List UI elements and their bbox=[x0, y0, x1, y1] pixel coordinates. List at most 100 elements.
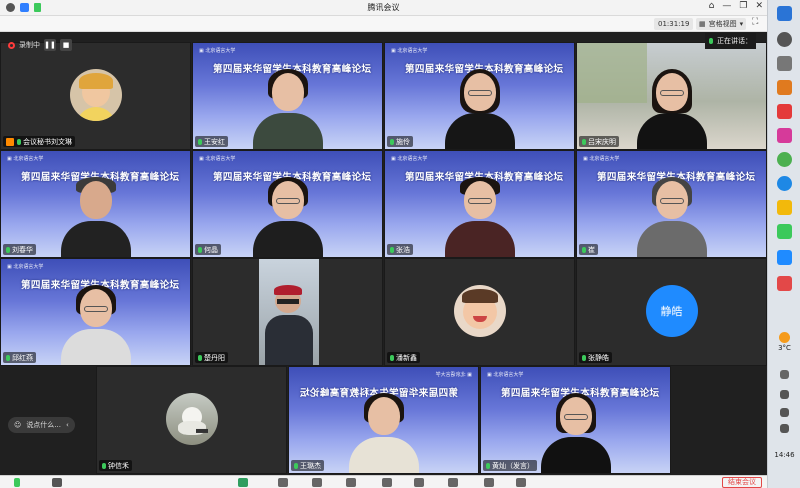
apps-button[interactable] bbox=[484, 478, 494, 487]
recording-label: 录制中 bbox=[19, 41, 40, 49]
participant-video bbox=[540, 393, 611, 473]
participant-video bbox=[444, 177, 515, 257]
participant-label: 吕宋庆明 bbox=[579, 136, 619, 147]
fullscreen-icon[interactable]: ⛶ bbox=[752, 17, 758, 27]
wps-icon[interactable] bbox=[777, 276, 792, 291]
search-icon[interactable] bbox=[777, 32, 792, 47]
tencent-meeting-icon[interactable] bbox=[777, 250, 792, 265]
participant-label: 张浩 bbox=[387, 244, 413, 255]
participant-name: 潘新鑫 bbox=[396, 353, 417, 362]
app-icon[interactable] bbox=[777, 104, 792, 119]
video-tile[interactable]: ▣ 北京语言大学第四届来华留学生本科教育高峰论坛 王安红 bbox=[192, 42, 383, 150]
temperature: 3°C bbox=[778, 344, 791, 352]
mic-icon bbox=[198, 246, 202, 253]
browser-icon[interactable] bbox=[777, 176, 792, 191]
mic-icon bbox=[582, 138, 586, 145]
participant-avatar bbox=[165, 392, 218, 445]
video-tile[interactable]: ▣ 北京语言大学第四届来华留学生本科教育高峰论坛 崔 bbox=[576, 150, 767, 258]
wechat-icon[interactable] bbox=[777, 224, 792, 239]
participant-video bbox=[636, 69, 707, 149]
participant-name: 钟信禾 bbox=[108, 461, 129, 470]
chat-button[interactable] bbox=[382, 478, 392, 487]
weather-icon bbox=[779, 332, 790, 343]
mic-icon bbox=[6, 246, 10, 253]
participant-label: 张静皓 bbox=[579, 352, 612, 363]
view-switch-button[interactable]: ▦ 宫格视图 ▾ bbox=[696, 18, 747, 30]
file-explorer-icon[interactable] bbox=[777, 80, 792, 95]
chat-bar[interactable]: ☺ 说点什么... ‹ bbox=[8, 417, 75, 433]
end-meeting-button[interactable]: 结束会议 bbox=[722, 477, 762, 488]
mic-button[interactable] bbox=[14, 478, 20, 487]
minimize-icon[interactable]: — bbox=[722, 1, 731, 11]
mic-icon bbox=[294, 462, 298, 469]
close-icon[interactable]: ✕ bbox=[755, 1, 763, 11]
video-tile[interactable]: 静皓 张静皓 bbox=[576, 258, 767, 366]
mic-icon bbox=[390, 246, 394, 253]
record-button[interactable] bbox=[414, 478, 424, 487]
participant-label: 邱红燕 bbox=[3, 352, 36, 363]
video-tile[interactable]: 钟信禾 bbox=[96, 366, 287, 474]
video-tile[interactable]: 会议秘书刘文琳 bbox=[0, 42, 191, 150]
video-tile[interactable]: ▣ 北京语言大学第四届来华留学生本科教育高峰论坛 施伶 bbox=[384, 42, 575, 150]
video-tile[interactable]: ▣ 北京语言大学第四届来华留学生本科教育高峰论坛 何晶 bbox=[192, 150, 383, 258]
participant-video bbox=[348, 393, 419, 473]
input-method-icon[interactable] bbox=[780, 424, 789, 433]
participants-button[interactable] bbox=[312, 478, 322, 487]
participant-video bbox=[444, 69, 515, 149]
mic-icon bbox=[390, 354, 394, 361]
video-tile[interactable]: ▣ 北京语言大学第四届来华留学生本科教育高峰论坛 张浩 bbox=[384, 150, 575, 258]
video-button[interactable] bbox=[52, 478, 62, 487]
video-tile[interactable]: ▣ 北京语言大学第四届来华留学生本科教育高峰论坛 王璐杰 bbox=[288, 366, 479, 474]
app-icon[interactable] bbox=[777, 128, 792, 143]
reaction-button[interactable] bbox=[448, 478, 458, 487]
participant-label: 刘春华 bbox=[3, 244, 36, 255]
recording-control: 录制中 ❚❚ ■ bbox=[4, 38, 76, 52]
security-button[interactable] bbox=[278, 478, 288, 487]
participant-name: 刘春华 bbox=[12, 245, 33, 254]
video-tile[interactable]: 吕宋庆明 bbox=[576, 42, 767, 150]
folder-icon[interactable] bbox=[777, 200, 792, 215]
mic-icon bbox=[6, 354, 10, 361]
video-tile[interactable]: ▣ 北京语言大学第四届来华留学生本科教育高峰论坛 刘春华 bbox=[0, 150, 191, 258]
participant-label: 潘新鑫 bbox=[387, 352, 420, 363]
participant-text-avatar: 静皓 bbox=[645, 284, 698, 337]
task-view-icon[interactable] bbox=[777, 56, 792, 71]
participant-avatar bbox=[453, 284, 506, 337]
network-icon[interactable] bbox=[780, 390, 789, 399]
participant-label: 施伶 bbox=[387, 136, 413, 147]
system-clock[interactable]: 14:46 bbox=[770, 451, 799, 459]
windows-start-icon[interactable] bbox=[777, 6, 792, 21]
participant-label: 王璐杰 bbox=[291, 460, 324, 471]
participant-video bbox=[259, 259, 319, 365]
video-tile[interactable]: ▣ 北京语言大学第四届来华留学生本科教育高峰论坛 黄灿（发言） bbox=[480, 366, 671, 474]
meeting-timer: 01:31:19 bbox=[654, 18, 694, 30]
emoji-icon[interactable]: ☺ bbox=[14, 421, 21, 429]
stop-record-button[interactable]: ■ bbox=[60, 39, 72, 51]
pin-icon[interactable]: ⌂ bbox=[709, 1, 715, 11]
chevron-up-icon[interactable] bbox=[780, 370, 789, 379]
window-title: 腾讯会议 bbox=[367, 3, 400, 12]
share-screen-button[interactable] bbox=[238, 478, 248, 487]
participant-name: 会议秘书刘文琳 bbox=[23, 137, 72, 146]
pause-record-button[interactable]: ❚❚ bbox=[44, 39, 56, 51]
video-tile[interactable]: 楚丹阳 bbox=[192, 258, 383, 366]
participant-video bbox=[636, 177, 707, 257]
windows-taskbar: 3°C 14:46 bbox=[767, 0, 800, 488]
app-icon[interactable] bbox=[777, 152, 792, 167]
invite-button[interactable] bbox=[346, 478, 356, 487]
participant-label: 钟信禾 bbox=[99, 460, 132, 471]
video-tile[interactable]: 潘新鑫 bbox=[384, 258, 575, 366]
chat-input[interactable]: 说点什么... bbox=[26, 420, 61, 430]
participant-video bbox=[252, 69, 323, 149]
participant-video bbox=[60, 285, 131, 365]
mic-icon bbox=[390, 138, 394, 145]
chevron-left-icon[interactable]: ‹ bbox=[66, 421, 69, 429]
participant-name: 张浩 bbox=[396, 245, 410, 254]
restore-icon[interactable]: ❐ bbox=[739, 1, 747, 11]
video-tile[interactable]: ▣ 北京语言大学第四届来华留学生本科教育高峰论坛 邱红燕 bbox=[0, 258, 191, 366]
participant-name: 张静皓 bbox=[588, 353, 609, 362]
mic-icon bbox=[582, 354, 586, 361]
mic-icon bbox=[17, 138, 21, 145]
volume-icon[interactable] bbox=[780, 408, 789, 417]
settings-button[interactable] bbox=[516, 478, 526, 487]
